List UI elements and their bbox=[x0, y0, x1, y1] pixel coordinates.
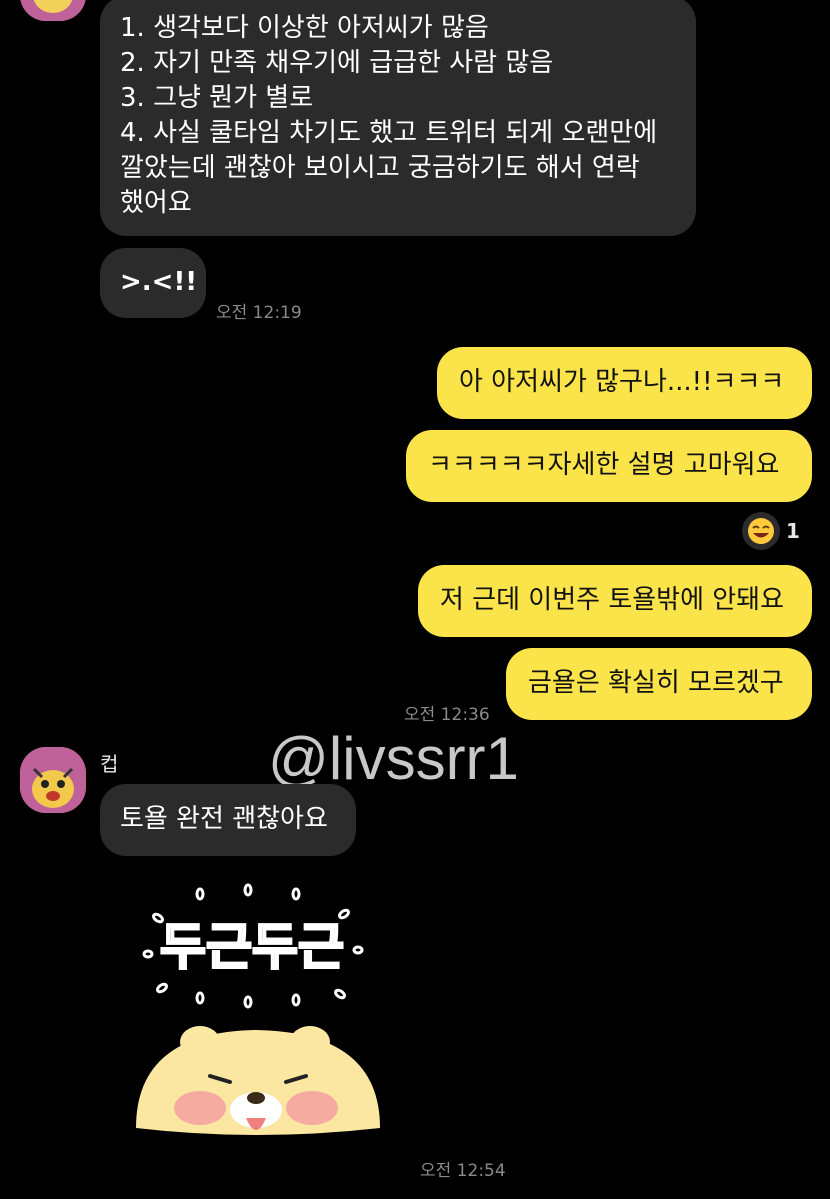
incoming-message[interactable]: 토욜 완전 괜찮아요 bbox=[100, 784, 356, 856]
message-line: 깔았는데 괜찮아 보이시고 궁금하기도 해서 연락 bbox=[120, 153, 640, 183]
message-text: 토욜 완전 괜찮아요 bbox=[120, 804, 328, 834]
message-line: 2. 자기 만족 채우기에 급급한 사람 많음 bbox=[120, 48, 554, 78]
message-text: >.<!! bbox=[120, 267, 198, 297]
watermark: @livssrr1 bbox=[268, 725, 519, 792]
incoming-message-emoticon[interactable]: >.<!! bbox=[100, 248, 206, 318]
reaction-count: 1 bbox=[786, 519, 800, 543]
reaction-badge[interactable]: 1 bbox=[742, 512, 800, 550]
message-line: 3. 그냥 뭔가 별로 bbox=[120, 83, 314, 113]
message-text: 저 근데 이번주 토욜밖에 안돼요 bbox=[440, 585, 785, 615]
outgoing-message[interactable]: 저 근데 이번주 토욜밖에 안돼요 bbox=[418, 565, 812, 637]
incoming-message-list[interactable]: 1. 생각보다 이상한 아저씨가 많음 2. 자기 만족 채우기에 급급한 사람… bbox=[100, 0, 696, 236]
bear-face-icon bbox=[136, 1026, 380, 1135]
sender-avatar[interactable] bbox=[20, 747, 86, 813]
message-line: 했어요 bbox=[120, 188, 192, 218]
outgoing-message[interactable]: 금욜은 확실히 모르겠구 bbox=[506, 648, 812, 720]
sticker[interactable]: 두근두근 bbox=[128, 880, 388, 1170]
message-timestamp: 오전 12:19 bbox=[216, 303, 302, 323]
laughing-face-icon bbox=[742, 512, 780, 550]
outgoing-message[interactable]: 아 아저씨가 많구나...!!ㅋㅋㅋ bbox=[437, 347, 812, 419]
message-text: ㅋㅋㅋㅋㅋ자세한 설명 고마워요 bbox=[428, 450, 780, 480]
sticker-caption: 두근두근 bbox=[160, 918, 344, 976]
message-line: 1. 생각보다 이상한 아저씨가 많음 bbox=[120, 13, 489, 43]
message-timestamp: 오전 12:36 bbox=[404, 705, 490, 725]
sender-avatar-top[interactable] bbox=[20, 0, 86, 21]
message-text: 아 아저씨가 많구나...!!ㅋㅋㅋ bbox=[459, 367, 785, 397]
sender-name: 컵 bbox=[100, 752, 119, 776]
message-timestamp: 오전 12:54 bbox=[420, 1161, 506, 1181]
outgoing-message[interactable]: ㅋㅋㅋㅋㅋ자세한 설명 고마워요 bbox=[406, 430, 812, 502]
message-text: 금욜은 확실히 모르겠구 bbox=[528, 668, 784, 698]
message-line: 4. 사실 쿨타임 차기도 했고 트위터 되게 오랜만에 bbox=[120, 118, 658, 148]
